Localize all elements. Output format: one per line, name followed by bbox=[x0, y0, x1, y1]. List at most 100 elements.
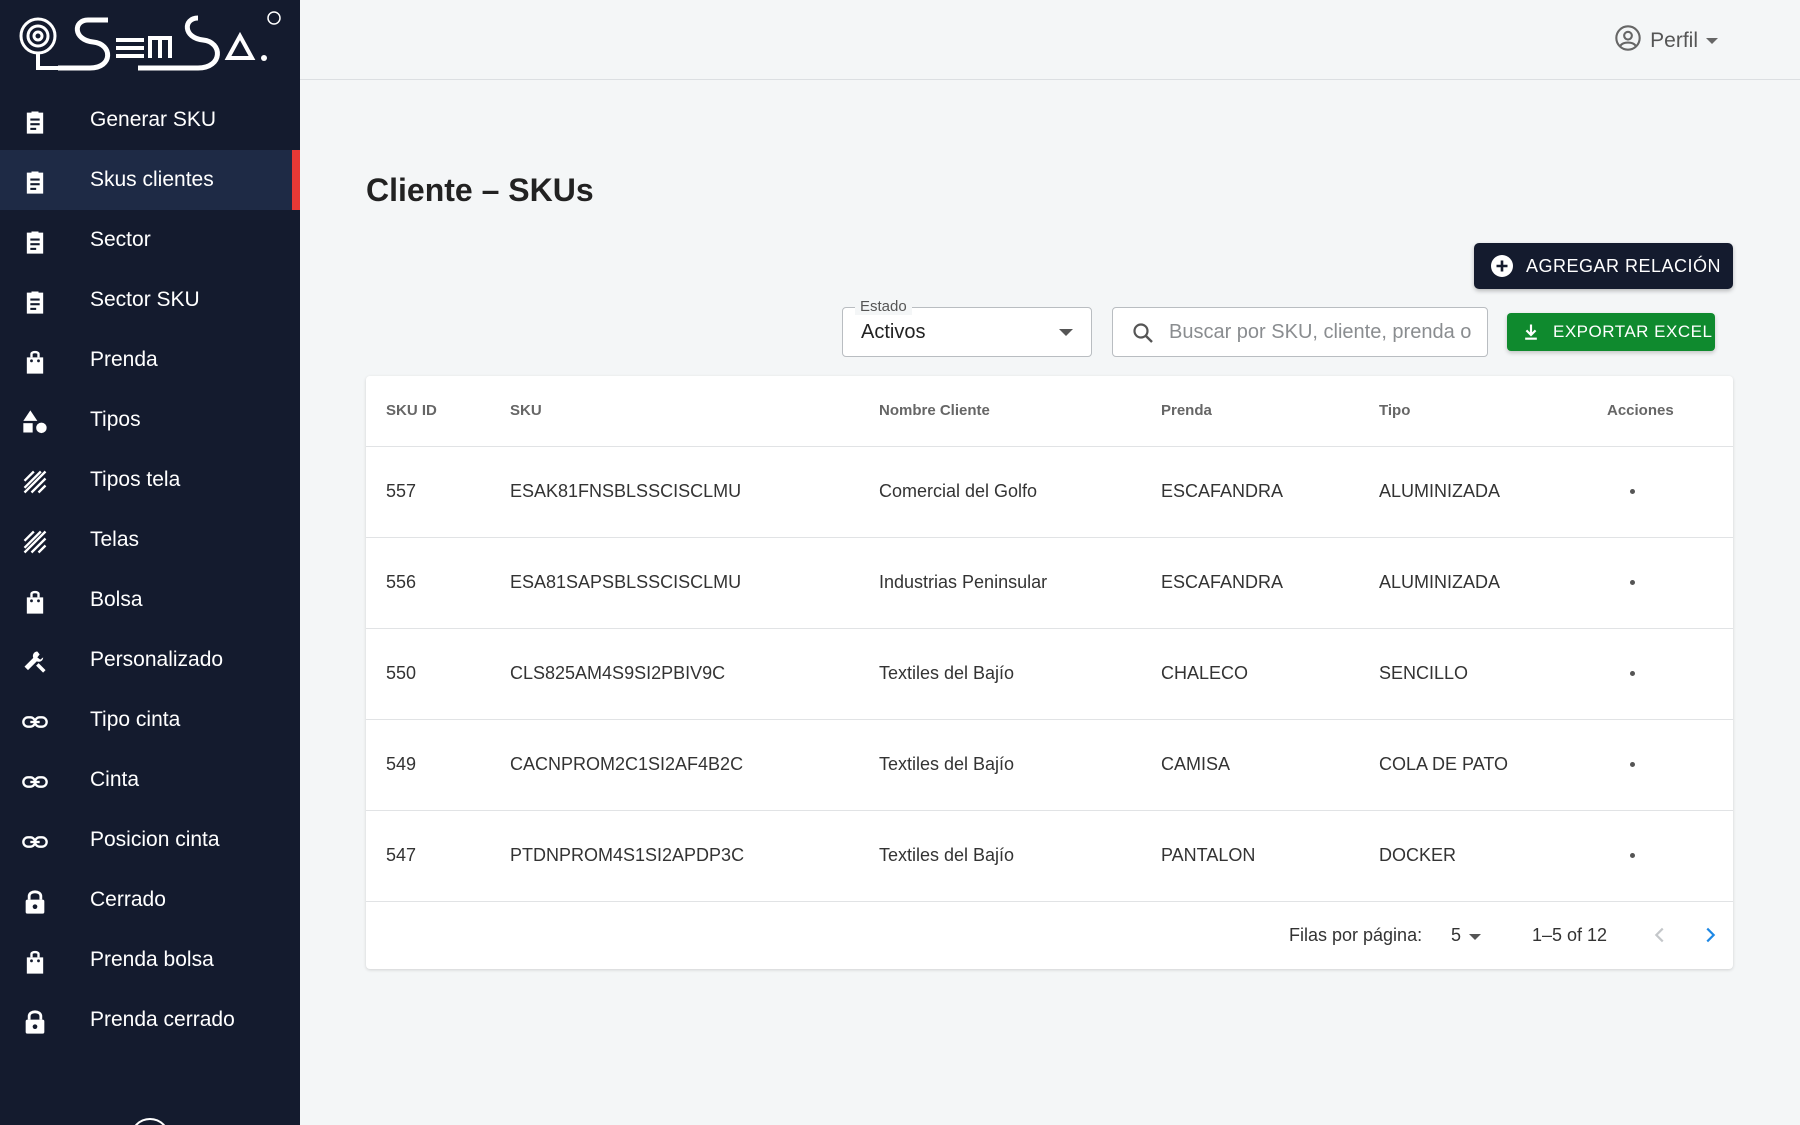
previous-page-button[interactable] bbox=[1646, 921, 1674, 949]
add-relation-label: AGREGAR RELACIÓN bbox=[1526, 255, 1722, 276]
caret-down-icon bbox=[1706, 38, 1718, 44]
sidebar-item-label: Telas bbox=[90, 528, 140, 551]
sidebar-item-tipo-cinta[interactable]: Tipo cinta bbox=[0, 690, 300, 750]
table-row: 547 PTDNPROM4S1SI2APDP3C Textiles del Bají… bbox=[366, 811, 1733, 902]
next-page-button[interactable] bbox=[1696, 921, 1724, 949]
row-actions-button[interactable] bbox=[1616, 659, 1648, 687]
sidebar-item-sector-sku[interactable]: Sector SKU bbox=[0, 270, 300, 330]
column-header-client-name[interactable]: Nombre Cliente bbox=[879, 402, 990, 419]
cell-sku-id: 547 bbox=[386, 845, 417, 865]
sidebar-item-sector[interactable]: Sector bbox=[0, 210, 300, 270]
search-input[interactable] bbox=[1169, 316, 1475, 348]
sidebar: Generar SKU Skus clientes Sector Sector SKU… bbox=[0, 0, 300, 1125]
status-select[interactable]: Estado Activos bbox=[842, 298, 1092, 357]
cell-client-name: Industrias Peninsular bbox=[879, 572, 1048, 592]
sidebar-item-label: Tipo cinta bbox=[90, 708, 181, 731]
cell-sku: CACNPROM2C1SI2AF4B2C bbox=[510, 754, 744, 774]
caret-down-icon bbox=[1059, 329, 1073, 336]
profile-label: Perfil bbox=[1650, 29, 1698, 52]
lock-icon bbox=[21, 888, 49, 916]
sidebar-footer-avatar[interactable] bbox=[130, 1118, 170, 1125]
sidebar-item-label: Cerrado bbox=[90, 888, 166, 911]
sidebar-item-prenda-cerrado[interactable]: Prenda cerrado bbox=[0, 990, 300, 1050]
account-circle-icon bbox=[1614, 24, 1642, 58]
add-circle-icon bbox=[1491, 255, 1513, 277]
sidebar-item-label: Sector bbox=[90, 228, 151, 251]
sidebar-item-skus-clientes[interactable]: Skus clientes bbox=[0, 150, 300, 210]
sidebar-item-label: Generar SKU bbox=[90, 108, 217, 131]
cell-sku-id: 556 bbox=[386, 572, 417, 592]
cell-type: ALUMINIZADA bbox=[1379, 481, 1501, 501]
cell-type: SENCILLO bbox=[1379, 663, 1469, 683]
more-horizontal-icon bbox=[1629, 670, 1635, 676]
semsa-logo[interactable] bbox=[18, 8, 283, 78]
lock-icon bbox=[21, 1008, 49, 1036]
table-header: SKU ID SKU Nombre Cliente Prenda Tipo Ac… bbox=[366, 376, 1733, 447]
sidebar-item-personalizado[interactable]: Personalizado bbox=[0, 630, 300, 690]
sidebar-item-label: Personalizado bbox=[90, 648, 224, 671]
cell-sku-id: 550 bbox=[386, 663, 417, 683]
cell-type: DOCKER bbox=[1379, 845, 1457, 865]
sidebar-item-prenda-bolsa[interactable]: Prenda bolsa bbox=[0, 930, 300, 990]
add-relation-button[interactable]: AGREGAR RELACIÓN bbox=[1474, 243, 1733, 289]
sidebar-item-label: Prenda cerrado bbox=[90, 1008, 235, 1031]
search-field bbox=[1112, 307, 1488, 357]
row-actions-button[interactable] bbox=[1616, 568, 1648, 596]
sidebar-item-cerrado[interactable]: Cerrado bbox=[0, 870, 300, 930]
status-select-legend: Estado bbox=[855, 298, 912, 315]
row-actions-button[interactable] bbox=[1616, 477, 1648, 505]
row-actions-button[interactable] bbox=[1616, 750, 1648, 778]
cell-garment: ESCAFANDRA bbox=[1161, 481, 1284, 501]
cell-garment: PANTALON bbox=[1161, 845, 1256, 865]
sidebar-item-tipos[interactable]: Tipos bbox=[0, 390, 300, 450]
export-excel-button[interactable]: EXPORTAR EXCEL bbox=[1507, 313, 1715, 351]
profile-menu-button[interactable]: Perfil bbox=[1614, 24, 1718, 58]
more-horizontal-icon bbox=[1629, 579, 1635, 585]
column-header-sku[interactable]: SKU bbox=[510, 402, 542, 419]
clipboard-icon bbox=[21, 108, 49, 136]
table-row: 549 CACNPROM2C1SI2AF4B2C Textiles del Bají… bbox=[366, 720, 1733, 811]
export-excel-label: EXPORTAR EXCEL bbox=[1553, 322, 1713, 341]
rows-per-page-select[interactable]: 5 bbox=[1451, 925, 1482, 946]
table-row: 557 ESAK81FNSBLSSCISCLMU Comercial del Gol… bbox=[366, 447, 1733, 538]
cell-type: COLA DE PATO bbox=[1379, 754, 1509, 774]
cell-garment: ESCAFANDRA bbox=[1161, 572, 1284, 592]
cell-client-name: Textiles del Bajío bbox=[879, 663, 1015, 683]
sidebar-item-bolsa[interactable]: Bolsa bbox=[0, 570, 300, 630]
chevron-right-icon bbox=[1706, 927, 1716, 943]
sidebar-item-label: Tipos tela bbox=[90, 468, 181, 491]
shopping-bag-icon bbox=[21, 588, 49, 616]
sidebar-item-tipos-tela[interactable]: Tipos tela bbox=[0, 450, 300, 510]
row-actions-button[interactable] bbox=[1616, 841, 1648, 869]
sidebar-item-generar-sku[interactable]: Generar SKU bbox=[0, 90, 300, 150]
sidebar-item-label: Bolsa bbox=[90, 588, 143, 611]
chevron-left-icon bbox=[1654, 927, 1664, 943]
caret-down-icon bbox=[1469, 933, 1482, 940]
shopping-bag-icon bbox=[21, 948, 49, 976]
column-header-actions: Acciones bbox=[1607, 402, 1674, 419]
texture-icon bbox=[21, 468, 49, 496]
status-select-value: Activos bbox=[861, 321, 926, 343]
column-header-type[interactable]: Tipo bbox=[1379, 402, 1410, 419]
page-range: 1–5 of 12 bbox=[1532, 925, 1608, 945]
cell-sku: ESA81SAPSBLSSCISCLMU bbox=[510, 572, 742, 592]
sidebar-item-cinta[interactable]: Cinta bbox=[0, 750, 300, 810]
cell-type: ALUMINIZADA bbox=[1379, 572, 1501, 592]
link-icon bbox=[21, 828, 49, 856]
sidebar-item-telas[interactable]: Telas bbox=[0, 510, 300, 570]
clipboard-icon bbox=[21, 288, 49, 316]
sidebar-item-label: Tipos bbox=[90, 408, 141, 431]
sidebar-item-label: Posicion cinta bbox=[90, 828, 220, 851]
clipboard-icon bbox=[21, 168, 49, 196]
sidebar-item-posicion-cinta[interactable]: Posicion cinta bbox=[0, 810, 300, 870]
cell-garment: CHALECO bbox=[1161, 663, 1249, 683]
wrench-icon bbox=[21, 648, 49, 676]
column-header-sku-id[interactable]: SKU ID bbox=[386, 402, 437, 419]
sidebar-item-prenda[interactable]: Prenda bbox=[0, 330, 300, 390]
rows-per-page-value: 5 bbox=[1451, 925, 1462, 945]
more-horizontal-icon bbox=[1629, 761, 1635, 767]
column-header-garment[interactable]: Prenda bbox=[1161, 402, 1212, 419]
cell-sku-id: 557 bbox=[386, 481, 417, 501]
sidebar-item-label: Sector SKU bbox=[90, 288, 200, 311]
texture-icon bbox=[21, 528, 49, 556]
